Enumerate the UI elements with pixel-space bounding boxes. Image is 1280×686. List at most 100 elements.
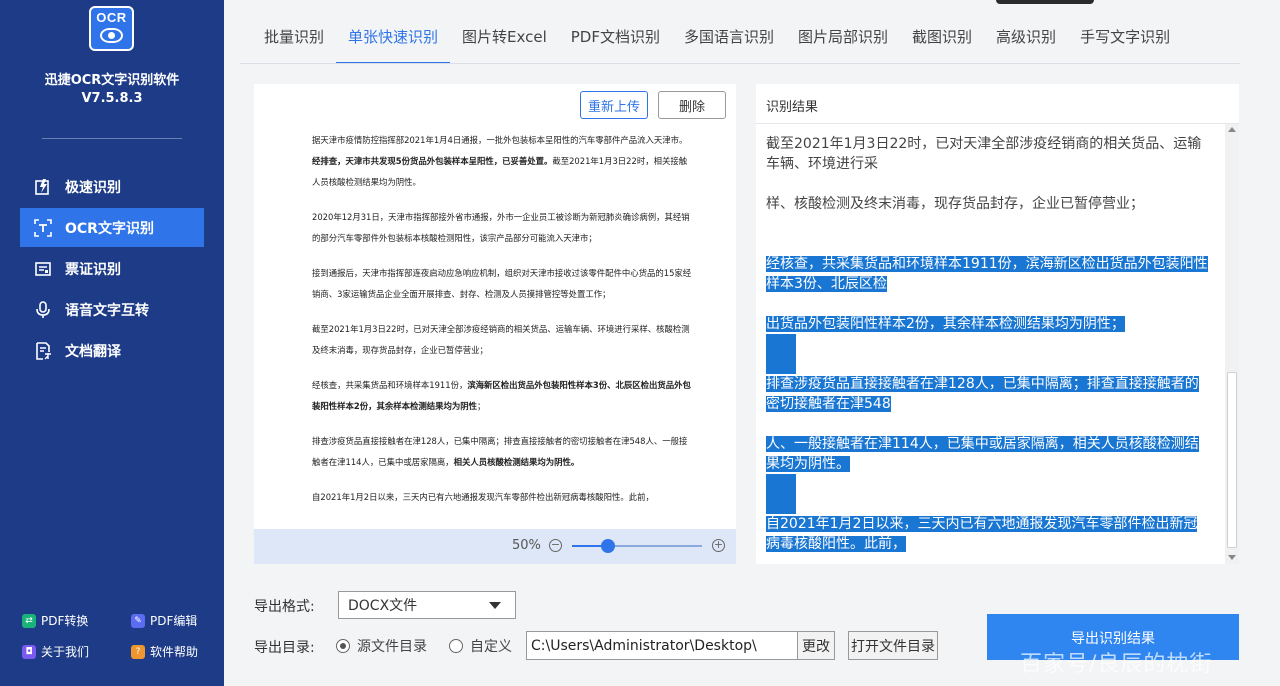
pdf-convert-icon: ⇄ <box>22 613 36 628</box>
export-dir-label: 导出目录: <box>254 640 315 656</box>
change-dir-button[interactable]: 更改 <box>797 631 835 660</box>
document-paragraph: 自2021年1月2日以来，三天内已有六地通报发现汽车零部件检出新冠病毒核酸阳性。… <box>312 487 692 508</box>
pdf-edit-label: PDF编辑 <box>150 614 198 628</box>
tab-image-to-excel[interactable]: 图片转Excel <box>450 18 559 64</box>
app-name: 迅捷OCR文字识别软件 <box>44 73 180 88</box>
result-selected-text: 自2021年1月2日以来，三天内已有六地通报发现汽车零部件检出新冠病毒核酸阳性。… <box>766 516 1198 552</box>
result-plain-line: 样、核酸检测及终末消毒，现存货品封存，企业已暂停营业； <box>766 196 1144 212</box>
pdf-edit-icon: ✎ <box>131 613 145 628</box>
zoom-value: 50% <box>512 538 541 553</box>
pdf-edit-link[interactable]: ✎ PDF编辑 <box>131 612 197 629</box>
tab-single-fast[interactable]: 单张快速识别 <box>336 18 451 64</box>
sidebar-item-translate[interactable]: 文档翻译 <box>20 331 204 370</box>
scroll-up-icon[interactable] <box>1228 127 1236 132</box>
radio-custom-label: 自定义 <box>470 639 512 655</box>
result-divider <box>756 123 1239 124</box>
tab-screenshot[interactable]: 截图识别 <box>900 18 984 64</box>
lightning-doc-icon <box>34 178 52 196</box>
radio-unselected-icon <box>449 639 463 653</box>
radio-custom-dir[interactable]: 自定义 <box>449 636 512 656</box>
tab-multi-language[interactable]: 多国语言识别 <box>672 18 786 64</box>
logo-text: OCR <box>96 10 127 25</box>
document-text: 经核查，共采集货品和环境样本1911份， <box>312 380 468 390</box>
sidebar-divider <box>42 138 182 139</box>
sidebar-item-label: 票证识别 <box>65 261 121 278</box>
zoom-in-icon[interactable]: + <box>712 539 725 552</box>
sidebar-item-label: 语音文字互转 <box>65 302 149 319</box>
document-paragraph: 据天津市疫情防控指挥部2021年1月4日通报，一批外包装标本呈阳性的汽车零部件产… <box>312 130 692 193</box>
eye-icon <box>100 28 123 43</box>
app-logo: OCR <box>89 6 134 51</box>
tab-handwriting[interactable]: 手写文字识别 <box>1068 18 1182 64</box>
tab-batch[interactable]: 批量识别 <box>252 18 336 64</box>
result-title: 识别结果 <box>766 100 819 115</box>
watermark: 百家号/良辰的枕街 <box>1020 652 1213 677</box>
sidebar-item-label: 极速识别 <box>65 179 121 196</box>
result-selected-text: 排查涉疫货品直接接触者在津128人，已集中隔离；排查直接接触者的密切接触者在津5… <box>766 376 1199 412</box>
ticket-icon <box>34 260 52 278</box>
reupload-button[interactable]: 重新上传 <box>580 91 648 119</box>
radio-selected-icon <box>336 639 350 653</box>
document-paragraph: 经核查，共采集货品和环境样本1911份，滨海新区检出货品外包装阳性样本3份、北辰… <box>312 375 692 417</box>
app-version: V7.5.8.3 <box>81 91 143 106</box>
export-format-value: DOCX文件 <box>348 598 418 614</box>
delete-button[interactable]: 删除 <box>658 91 726 119</box>
zoom-bar: 50% − + <box>254 529 736 564</box>
about-icon: ◘ <box>22 644 36 659</box>
help-label: 软件帮助 <box>150 645 199 659</box>
result-selected-text: 经核查，共采集货品和环境样本1911份，滨海新区检出货品外包装阳性样本3份、北辰… <box>766 256 1208 292</box>
image-preview-panel: 重新上传 删除 据天津市疫情防控指挥部2021年1月4日通报，一批外包装标本呈阳… <box>254 84 736 564</box>
translate-doc-icon <box>34 341 52 360</box>
document-paragraph: 2020年12月31日，天津市指挥部接外省市通报，外市一企业员工被诊断为新冠肺炎… <box>312 207 692 249</box>
document-bold-text: 经排查，天津市共发现5份货品外包装样本呈阳性，已妥善处置。 <box>312 156 553 166</box>
result-selected-gap <box>766 334 796 374</box>
document-text: 自2021年1月2日以来，三天内已有六地通报发现汽车零部件检出新冠病毒核酸阳性。… <box>312 492 654 502</box>
mode-tabs: 批量识别 单张快速识别 图片转Excel PDF文档识别 多国语言识别 图片局部… <box>252 18 1182 64</box>
sidebar-item-label: OCR文字识别 <box>65 220 154 237</box>
radio-source-dir[interactable]: 源文件目录 <box>336 636 427 656</box>
zoom-out-icon[interactable]: − <box>549 539 562 552</box>
result-selected-text: 出货品外包装阳性样本2份，其余样本检测结果均为阴性； <box>766 316 1125 332</box>
help-link[interactable]: ? 软件帮助 <box>131 643 198 660</box>
scroll-down-icon[interactable] <box>1228 555 1236 560</box>
document-bold-text: 相关人员核酸检测结果均为阴性。 <box>453 457 580 467</box>
export-format-select[interactable]: DOCX文件 <box>338 591 516 619</box>
scan-text-icon <box>34 218 52 237</box>
help-icon: ? <box>131 644 145 659</box>
pdf-convert-label: PDF转换 <box>41 614 89 628</box>
zoom-slider-handle[interactable] <box>601 539 616 553</box>
result-plain-line: 截至2021年1月3日22时，已对天津全部涉疫经销商的相关货品、运输车辆、环境进… <box>766 136 1202 172</box>
sidebar-item-fast-ocr[interactable]: 极速识别 <box>20 167 204 206</box>
open-folder-button[interactable]: 打开文件目录 <box>848 631 938 660</box>
result-selected-gap <box>766 474 796 514</box>
window-title-strip <box>996 0 1094 4</box>
sidebar-item-voice[interactable]: 语音文字互转 <box>20 290 204 329</box>
microphone-icon <box>34 300 52 319</box>
sidebar: OCR 迅捷OCR文字识别软件 V7.5.8.3 极速识别 OCR文字识别 票证… <box>0 0 224 686</box>
document-paragraph: 截至2021年1月3日22时，已对天津全部涉疫经销商的相关货品、运输车辆、环境进… <box>312 319 692 361</box>
chevron-down-icon <box>489 602 501 609</box>
document-text: ； <box>476 401 486 411</box>
document-preview: 据天津市疫情防控指挥部2021年1月4日通报，一批外包装标本呈阳性的汽车零部件产… <box>312 130 692 522</box>
pdf-convert-link[interactable]: ⇄ PDF转换 <box>22 612 88 629</box>
tab-pdf[interactable]: PDF文档识别 <box>559 18 672 64</box>
document-text: 截至2021年1月3日22时，已对天津全部涉疫经销商的相关货品、运输车辆、环境进… <box>312 324 690 355</box>
document-text: 2020年12月31日，天津市指挥部接外省市通报，外市一企业员工被诊断为新冠肺炎… <box>312 212 690 243</box>
document-text: 据天津市疫情防控指挥部2021年1月4日通报，一批外包装标本呈阳性的汽车零部件产… <box>312 135 688 145</box>
radio-source-label: 源文件目录 <box>357 639 427 655</box>
sidebar-item-ticket[interactable]: 票证识别 <box>20 249 204 288</box>
result-text-area[interactable]: 截至2021年1月3日22时，已对天津全部涉疫经销商的相关货品、运输车辆、环境进… <box>766 134 1211 554</box>
tab-advanced[interactable]: 高级识别 <box>984 18 1068 64</box>
document-paragraph: 排查涉疫货品直接接触者在津128人，已集中隔离；排查直接接触者的密切接触者在津5… <box>312 431 692 473</box>
sidebar-item-label: 文档翻译 <box>65 343 121 360</box>
document-text: 接到通报后，天津市指挥部连夜启动应急响应机制，组织对天津市接收过该零件配件中心货… <box>312 268 692 299</box>
result-scrollbar[interactable] <box>1225 124 1239 564</box>
export-path-field[interactable]: C:\Users\Administrator\Desktop\ <box>526 631 798 660</box>
about-link[interactable]: ◘ 关于我们 <box>22 643 89 660</box>
export-format-label: 导出格式: <box>254 599 315 615</box>
tab-partial-image[interactable]: 图片局部识别 <box>786 18 900 64</box>
result-panel: 识别结果 截至2021年1月3日22时，已对天津全部涉疫经销商的相关货品、运输车… <box>756 84 1239 564</box>
scroll-thumb[interactable] <box>1227 372 1237 548</box>
about-label: 关于我们 <box>41 645 90 659</box>
sidebar-item-ocr[interactable]: OCR文字识别 <box>20 208 204 247</box>
